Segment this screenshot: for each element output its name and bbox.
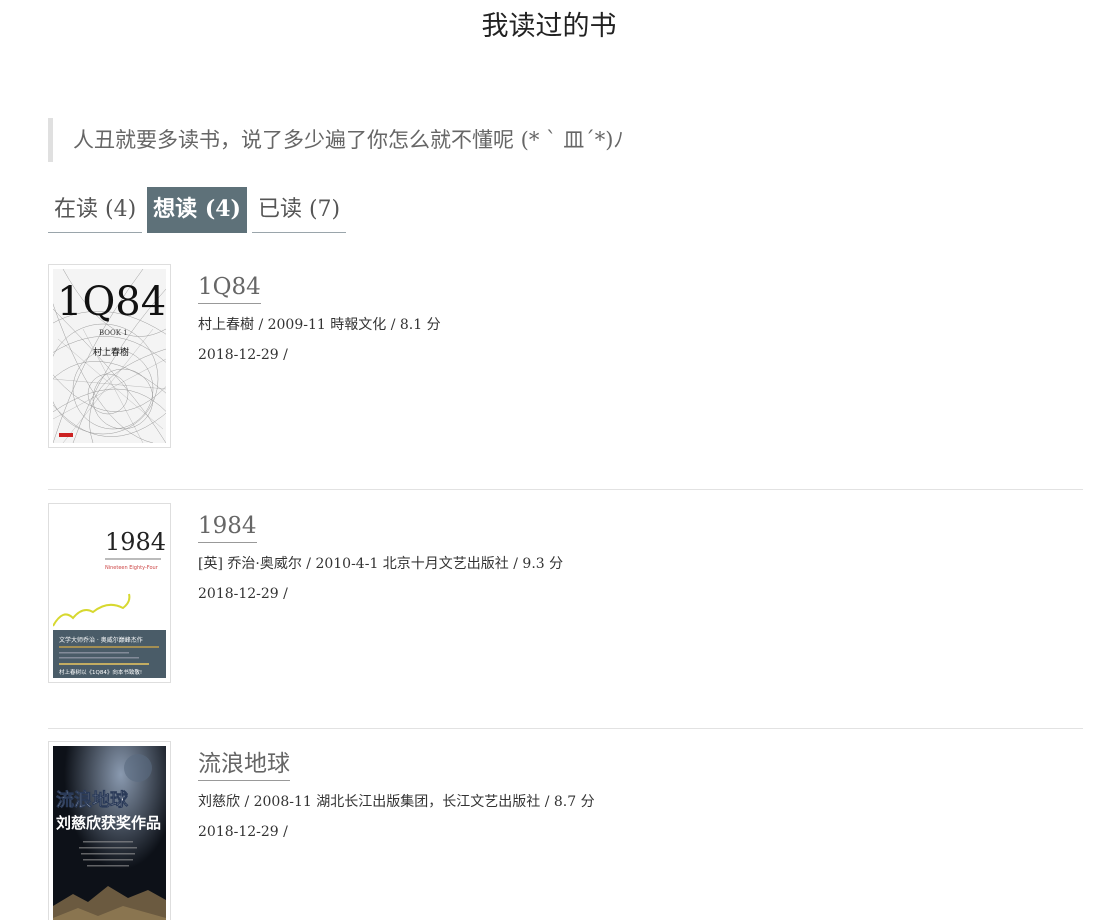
book-meta: 刘慈欣 / 2008-11 湖北长江出版集团，长江文艺出版社 / 8.7 分 — [198, 794, 595, 810]
book-cover[interactable]: 流浪地球 刘慈欣获奖作品 — [48, 741, 171, 920]
book-item: 流浪地球 刘慈欣获奖作品 流浪地球 刘慈欣 / 2008-11 湖北长江出版集团… — [48, 741, 1083, 920]
svg-text:Nineteen Eighty-Four: Nineteen Eighty-Four — [105, 565, 159, 571]
book-info: 流浪地球 刘慈欣 / 2008-11 湖北长江出版集团，长江文艺出版社 / 8.… — [198, 749, 595, 841]
book-title-link[interactable]: 1984 — [198, 511, 257, 543]
book-info: 1Q84 村上春樹 / 2009-11 時報文化 / 8.1 分 2018-12… — [198, 272, 441, 364]
book-date: 2018-12-29 / — [198, 824, 288, 840]
book-meta: 村上春樹 / 2009-11 時報文化 / 8.1 分 — [198, 317, 441, 333]
book-item: 1984 Nineteen Eighty-Four 文学大师乔治 · 奥威尔巅峰… — [48, 503, 1083, 693]
book-cover[interactable]: 1Q84 BOOK 1 村上春樹 — [48, 264, 171, 448]
page-title: 我读过的书 — [481, 11, 617, 42]
book-info: 1984 [英] 乔治·奥威尔 / 2010-4-1 北京十月文艺出版社 / 9… — [198, 511, 563, 603]
tab-wish[interactable]: 想读 (4) — [147, 187, 247, 233]
cover-big-text: 1984 — [105, 528, 166, 556]
svg-text:文学大师乔治 · 奥威尔巅峰杰作: 文学大师乔治 · 奥威尔巅峰杰作 — [59, 636, 143, 644]
book-item: 1Q84 BOOK 1 村上春樹 1Q84 村上春樹 / 2009-11 時報文… — [48, 264, 1083, 454]
cover-big-text: 1Q84 — [57, 279, 166, 325]
divider — [48, 489, 1083, 490]
quote-block: 人丑就要多读书，说了多少遍了你怎么就不懂呢 (* ` 皿´*)ﾉ — [48, 118, 624, 162]
svg-text:BOOK 1: BOOK 1 — [99, 329, 128, 337]
cover-big-text: 流浪地球 — [56, 789, 129, 811]
cover-1984-image: 1984 Nineteen Eighty-Four 文学大师乔治 · 奥威尔巅峰… — [53, 508, 166, 678]
book-meta: [英] 乔治·奥威尔 / 2010-4-1 北京十月文艺出版社 / 9.3 分 — [198, 556, 564, 572]
book-title-link[interactable]: 1Q84 — [198, 272, 261, 304]
cover-wandering-earth-image: 流浪地球 刘慈欣获奖作品 — [53, 746, 166, 920]
divider — [48, 728, 1083, 729]
book-date: 2018-12-29 / — [198, 586, 288, 602]
svg-text:刘慈欣获奖作品: 刘慈欣获奖作品 — [56, 814, 161, 832]
book-date: 2018-12-29 / — [198, 347, 288, 363]
tab-bar: 在读 (4) 想读 (4) 已读 (7) — [48, 187, 347, 233]
cover-1q84-image: 1Q84 BOOK 1 村上春樹 — [53, 269, 166, 443]
tab-read[interactable]: 已读 (7) — [251, 187, 347, 233]
page: 我读过的书 人丑就要多读书，说了多少遍了你怎么就不懂呢 (* ` 皿´*)ﾉ 在… — [0, 0, 1098, 920]
tab-reading[interactable]: 在读 (4) — [48, 187, 143, 233]
svg-text:村上春樹: 村上春樹 — [93, 346, 129, 358]
svg-text:村上春树以《1Q84》向本书致敬!: 村上春树以《1Q84》向本书致敬! — [59, 668, 142, 676]
book-cover[interactable]: 1984 Nineteen Eighty-Four 文学大师乔治 · 奥威尔巅峰… — [48, 503, 171, 683]
book-title-link[interactable]: 流浪地球 — [198, 749, 290, 781]
